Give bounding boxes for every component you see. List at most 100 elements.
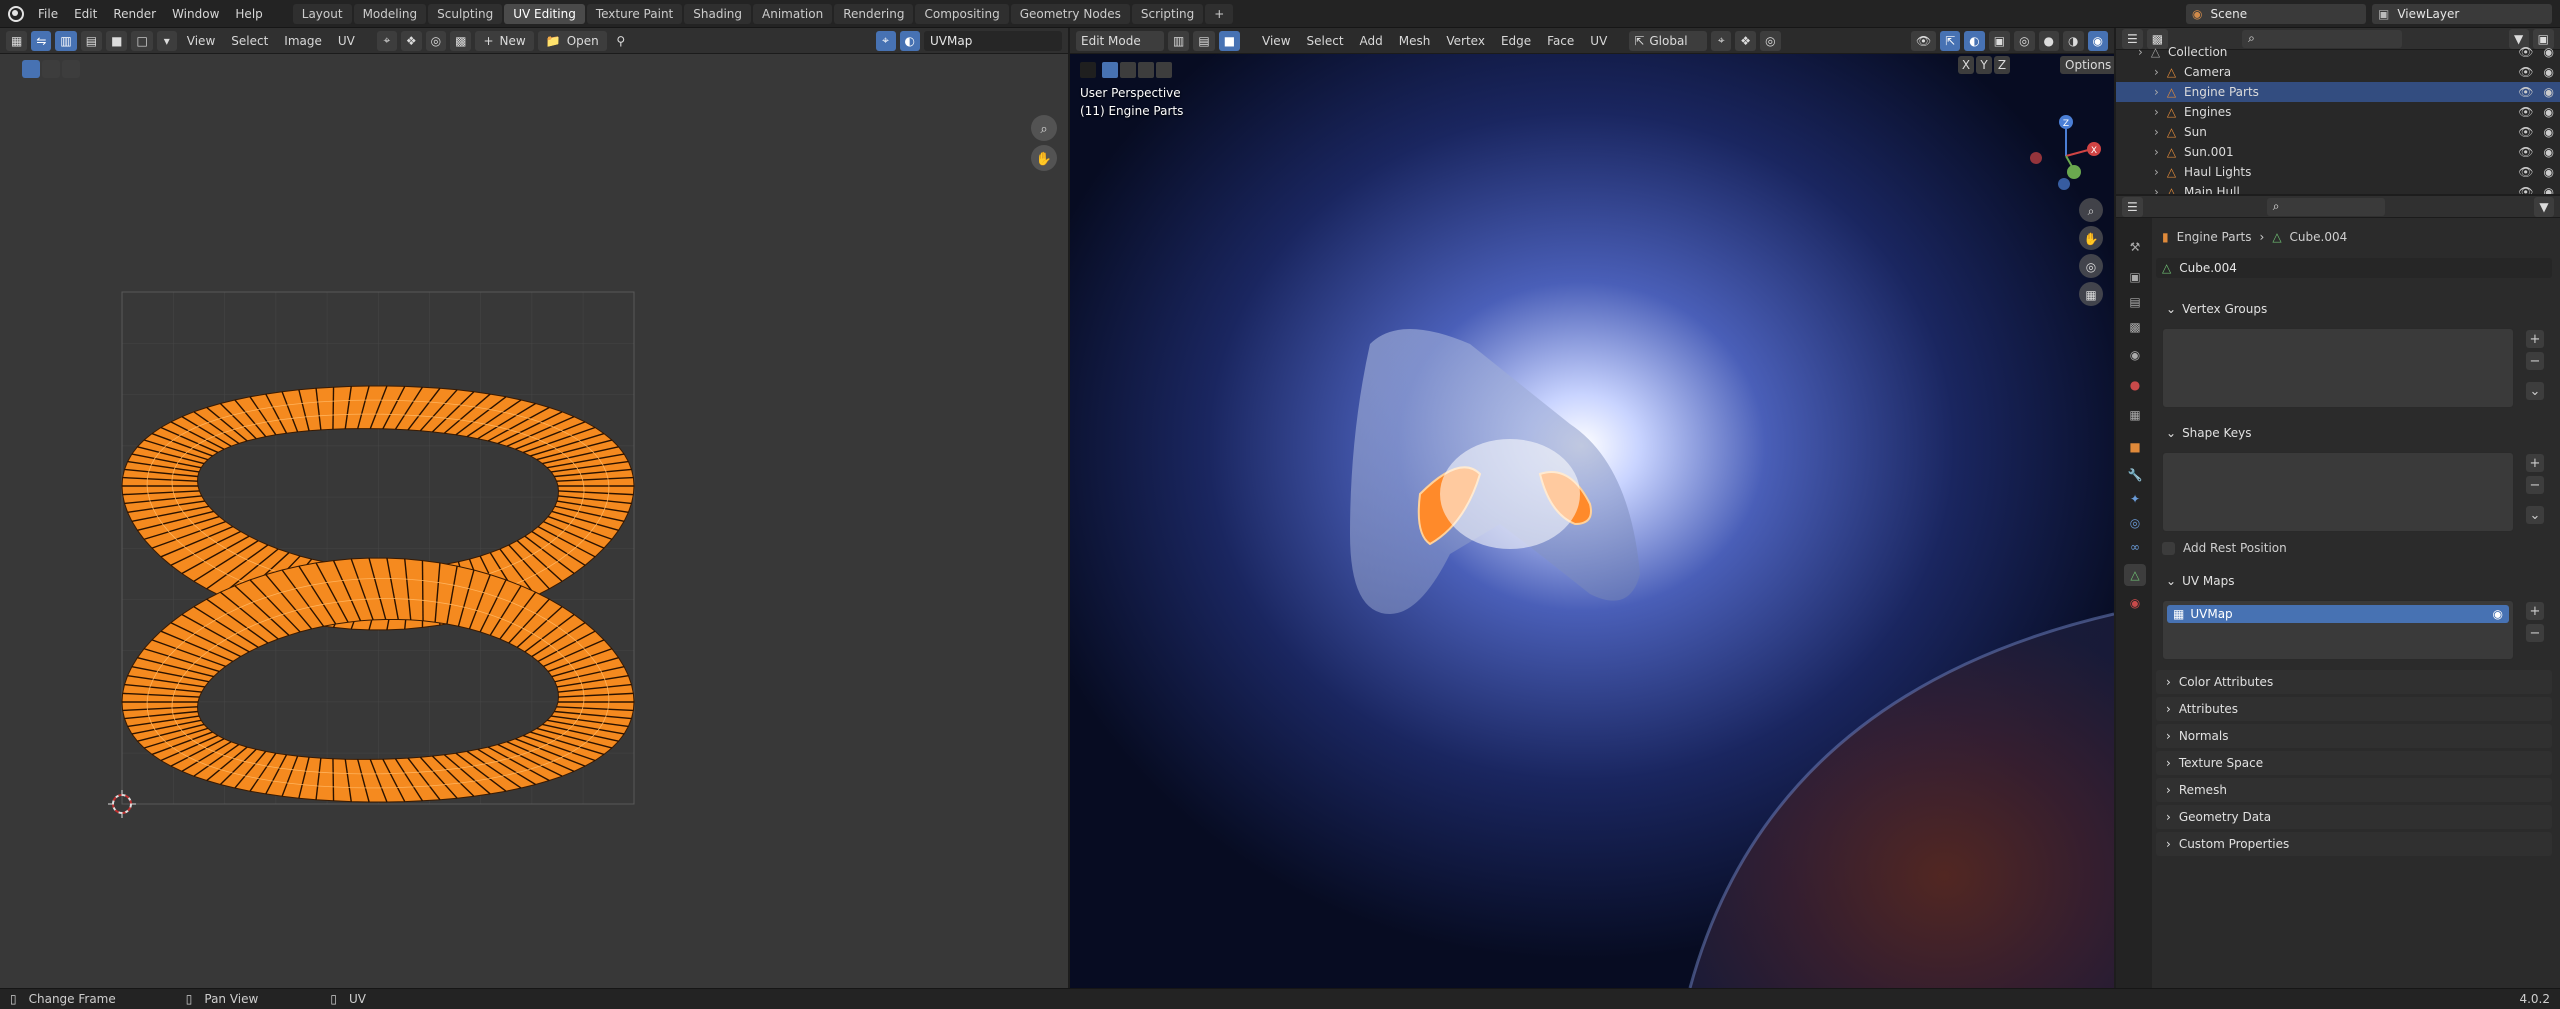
zoom-view-icon[interactable]: ⌕ [1031, 115, 1057, 141]
physics-tab-icon[interactable]: ◎ [2124, 512, 2146, 534]
render-tab-icon[interactable]: ▣ [2124, 266, 2146, 288]
vp-menu-view[interactable]: View [1256, 34, 1296, 48]
camera-icon[interactable]: ◉ [2493, 607, 2503, 621]
uv-editor[interactable]: ▦ ⇋ ▥ ▤ ■ □ ▾ View Select Image UV ⌖ ❖ ◎… [0, 28, 1068, 988]
custom-properties-panel-header[interactable]: › Custom Properties [2156, 832, 2552, 856]
3d-viewport[interactable]: Edit Mode ▥ ▤ ■ View Select Add Mesh Ver… [1070, 28, 2114, 988]
menu-file[interactable]: File [30, 0, 66, 28]
image-browse-icon[interactable]: ▩ [450, 30, 472, 51]
pivot-icon[interactable]: ⌖ [376, 30, 397, 51]
scene-tab-icon[interactable]: ◉ [2124, 344, 2146, 366]
vertex-groups-list[interactable] [2162, 328, 2514, 408]
workspace-tab-uv-editing[interactable]: UV Editing [504, 3, 585, 24]
constraints-tab-icon[interactable]: ∞ [2124, 536, 2146, 558]
workspace-tab-animation[interactable]: Animation [753, 3, 833, 24]
outliner-item[interactable]: › △ Haul Lights 👁 ◉ [2116, 162, 2560, 182]
outliner-item[interactable]: › △ Collection 👁 ◉ [2116, 42, 2560, 62]
properties-search-input[interactable]: ⌕ [2266, 197, 2385, 216]
mode-selector[interactable]: Edit Mode [1076, 30, 1164, 51]
add-vertex-group-button[interactable]: + [2526, 330, 2544, 348]
solid-shading-icon[interactable]: ● [2038, 30, 2060, 51]
chevron-right-icon[interactable]: › [2154, 105, 2159, 119]
outliner[interactable]: ☰ ▩ ⌕ ▼ ▣ › △ Collection 👁 ◉ › △ Camera 👁 ◉ › △ Engi… [2116, 28, 2560, 194]
modifier-tab-icon[interactable]: 🔧 [2124, 464, 2146, 486]
menu-help[interactable]: Help [227, 0, 270, 28]
visibility-eye-icon[interactable]: 👁 [2518, 125, 2533, 139]
outliner-item[interactable]: › △ Engines 👁 ◉ [2116, 102, 2560, 122]
proportional-edit-icon[interactable]: ◎ [425, 30, 447, 51]
chevron-right-icon[interactable]: › [2138, 45, 2143, 59]
render-camera-icon[interactable]: ◉ [2544, 65, 2554, 79]
snap-icon[interactable]: ❖ [1735, 30, 1757, 51]
uv-menu-view[interactable]: View [181, 34, 221, 48]
options-button[interactable]: Options [2060, 56, 2114, 74]
pivot-point-icon[interactable]: ⌖ [1711, 30, 1732, 51]
uv-map-item[interactable]: ▦ UVMap ◉ [2167, 605, 2509, 623]
outliner-item[interactable]: › △ Sun 👁 ◉ [2116, 122, 2560, 142]
vp-menu-face[interactable]: Face [1541, 34, 1580, 48]
uv-sync-toggle[interactable]: ⇋ [31, 30, 52, 51]
editor-type-icon[interactable]: ▦ [6, 30, 28, 51]
render-camera-icon[interactable]: ◉ [2544, 125, 2554, 139]
texture-space-panel-header[interactable]: › Texture Space [2156, 751, 2552, 775]
shape-key-specials-icon[interactable]: ⌄ [2526, 506, 2544, 524]
remove-shape-key-button[interactable]: − [2526, 476, 2544, 494]
workspace-tab-geometry-nodes[interactable]: Geometry Nodes [1010, 3, 1130, 24]
pan-view-icon[interactable]: ✋ [1031, 145, 1057, 171]
view-layer-tab-icon[interactable]: ▩ [2124, 316, 2146, 338]
chevron-right-icon[interactable]: › [2154, 145, 2159, 159]
sticky-select-icon[interactable]: ▾ [156, 30, 177, 51]
uv-display-gizmo-icon[interactable]: ⌖ [875, 30, 896, 51]
remove-vertex-group-button[interactable]: − [2526, 352, 2544, 370]
particles-tab-icon[interactable]: ✦ [2124, 488, 2146, 510]
island-select-icon[interactable]: □ [131, 30, 153, 51]
rendered-shading-icon[interactable]: ◉ [2087, 30, 2108, 51]
collection-tab-icon[interactable]: ▦ [2124, 404, 2146, 426]
wireframe-shading-icon[interactable]: ◎ [2014, 30, 2035, 51]
visibility-eye-icon[interactable]: 👁 [2518, 45, 2533, 59]
render-camera-icon[interactable]: ◉ [2544, 85, 2554, 99]
uv-maps-panel-header[interactable]: ⌄ UV Maps [2156, 569, 2552, 593]
workspace-tab-layout[interactable]: Layout [292, 3, 352, 24]
workspace-tab-rendering[interactable]: Rendering [834, 3, 914, 24]
vertex-select-icon[interactable]: ▥ [55, 30, 77, 51]
chevron-right-icon[interactable]: › [2154, 85, 2159, 99]
attributes-panel-header[interactable]: › Attributes [2156, 697, 2552, 721]
scene-selector[interactable]: ◉ Scene [2186, 3, 2366, 24]
workspace-tab-sculpting[interactable]: Sculpting [428, 3, 503, 24]
add-workspace-button[interactable]: + [1205, 3, 1234, 24]
uv-menu-image[interactable]: Image [278, 34, 328, 48]
mirror-y-toggle[interactable]: Y [1976, 56, 1992, 74]
object-tab-icon[interactable]: ■ [2124, 436, 2146, 458]
shape-keys-panel-header[interactable]: ⌄ Shape Keys [2156, 421, 2552, 445]
properties-editor-icon[interactable]: ☰ [2122, 196, 2143, 217]
visibility-eye-icon[interactable]: 👁 [2518, 185, 2533, 194]
render-camera-icon[interactable]: ◉ [2544, 45, 2554, 59]
menu-window[interactable]: Window [164, 0, 227, 28]
vp-menu-uv[interactable]: UV [1584, 34, 1613, 48]
xray-toggle-icon[interactable]: ▣ [1988, 30, 2011, 51]
vertex-mode-icon[interactable]: ▥ [1168, 30, 1190, 51]
workspace-tab-scripting[interactable]: Scripting [1131, 3, 1204, 24]
vertex-groups-panel-header[interactable]: ⌄ Vertex Groups [2156, 297, 2552, 321]
visibility-icon[interactable]: 👁 [1910, 30, 1937, 51]
normals-panel-header[interactable]: › Normals [2156, 724, 2552, 748]
view-layer-selector[interactable]: ▣ ViewLayer [2372, 3, 2552, 24]
face-select-icon[interactable]: ■ [106, 30, 128, 51]
vp-menu-vertex[interactable]: Vertex [1440, 34, 1491, 48]
pin-icon[interactable]: ⚲ [611, 31, 631, 51]
gizmo-toggle-icon[interactable]: ⇱ [1940, 30, 1961, 51]
visibility-eye-icon[interactable]: 👁 [2518, 165, 2533, 179]
uv-map-selector[interactable]: UVMap [924, 30, 1062, 51]
remove-uv-map-button[interactable]: − [2526, 624, 2544, 642]
uv-maps-list[interactable]: ▦ UVMap ◉ [2162, 600, 2514, 660]
properties-options-icon[interactable]: ▼ [2534, 196, 2554, 217]
vertex-group-specials-icon[interactable]: ⌄ [2526, 382, 2544, 400]
chevron-right-icon[interactable]: › [2154, 125, 2159, 139]
new-image-button[interactable]: + New [475, 30, 534, 51]
world-tab-icon[interactable]: ● [2124, 374, 2146, 396]
material-tab-icon[interactable]: ◉ [2124, 592, 2146, 614]
tool-tab-icon[interactable]: ⚒ [2124, 236, 2146, 258]
uv-menu-select[interactable]: Select [225, 34, 274, 48]
vp-menu-edge[interactable]: Edge [1495, 34, 1537, 48]
